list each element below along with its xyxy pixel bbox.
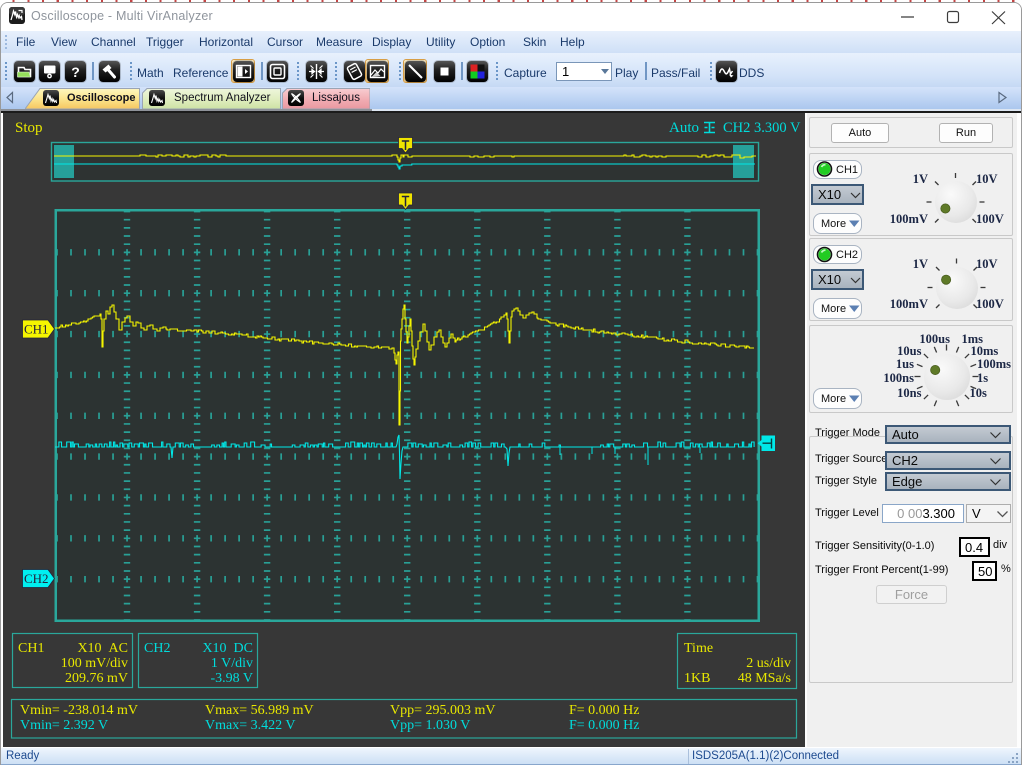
svg-text:F= 0.000 Hz: F= 0.000 Hz [569, 718, 640, 733]
svg-text:209.76 mV: 209.76 mV [65, 671, 128, 686]
svg-text:Stop: Stop [15, 120, 43, 136]
svg-text:100 mV/div: 100 mV/div [61, 656, 128, 671]
svg-text:CH2 3.300 V: CH2 3.300 V [723, 120, 801, 136]
svg-text:Vmax= 56.989 mV: Vmax= 56.989 mV [205, 703, 314, 718]
svg-text:Time: Time [684, 641, 713, 656]
svg-text:Vmin= 2.392 V: Vmin= 2.392 V [20, 718, 108, 733]
svg-text:X10 AC: X10 AC [77, 641, 128, 656]
svg-text:CH2: CH2 [24, 571, 49, 586]
svg-text:Vpp= 295.003 mV: Vpp= 295.003 mV [390, 703, 496, 718]
svg-text:48 MSa/s: 48 MSa/s [738, 671, 791, 686]
svg-text:CH2: CH2 [144, 641, 170, 656]
svg-text:1 V/div: 1 V/div [211, 656, 253, 671]
svg-text:CH1: CH1 [18, 641, 44, 656]
svg-text:F= 0.000 Hz: F= 0.000 Hz [569, 703, 640, 718]
svg-text:CH1: CH1 [24, 322, 49, 337]
svg-text:Vmax= 3.422 V: Vmax= 3.422 V [205, 718, 295, 733]
svg-text:1KB: 1KB [684, 671, 710, 686]
svg-text:Auto: Auto [669, 120, 699, 136]
svg-text:X10 DC: X10 DC [202, 641, 253, 656]
svg-text:Vmin= -238.014 mV: Vmin= -238.014 mV [20, 703, 138, 718]
svg-text:-3.98 V: -3.98 V [210, 671, 253, 686]
svg-text:Vpp= 1.030 V: Vpp= 1.030 V [390, 718, 470, 733]
svg-text:2 us/div: 2 us/div [746, 656, 791, 671]
